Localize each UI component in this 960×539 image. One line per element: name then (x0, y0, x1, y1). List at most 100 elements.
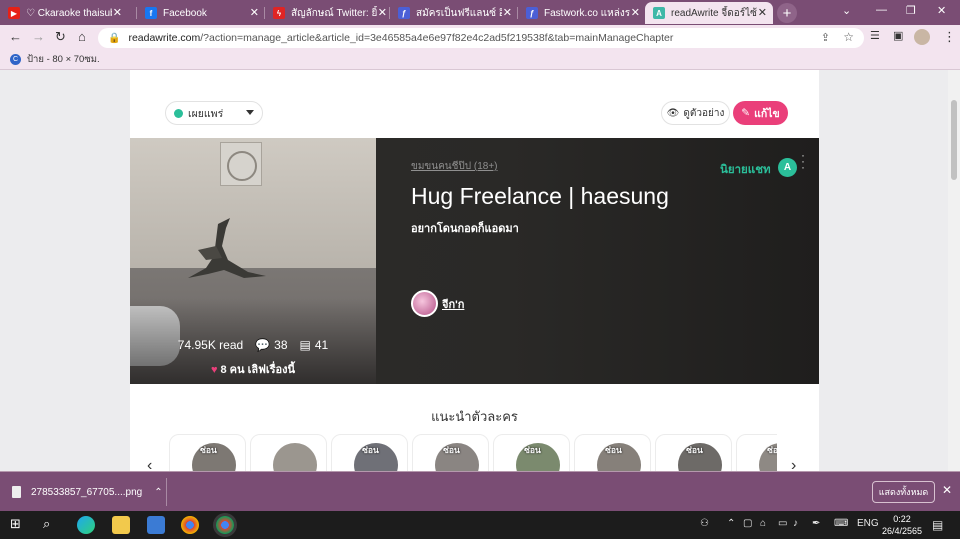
bookmark-star-icon[interactable]: ☆ (843, 30, 854, 44)
browser-tab[interactable]: ƒ สมัครเป็นฟรีแลนซ์ อิสระ✕ (390, 2, 518, 24)
carousel-next-icon[interactable]: › (791, 457, 796, 471)
category-link[interactable]: ขมขนคนชีป๊ป (18+) (411, 159, 498, 174)
author-avatar[interactable] (411, 290, 438, 317)
edge-icon[interactable] (77, 516, 95, 534)
article-type-badge: A (778, 158, 797, 177)
volume-icon[interactable]: ♪ (793, 518, 798, 529)
home-icon[interactable]: ⌂ (78, 29, 86, 44)
back-icon[interactable]: ← (9, 29, 22, 44)
tab-close-icon[interactable]: ✕ (378, 6, 387, 19)
article-type-label: นิยายแชท (720, 164, 771, 176)
file-explorer-icon[interactable] (112, 516, 130, 534)
minimize-button[interactable]: — (876, 4, 887, 16)
browser-tab[interactable]: ϟ สัญลักษณ์ Twitter: ยิ้ม E✕ (265, 2, 393, 24)
notification-icon[interactable]: ▤ (932, 518, 943, 532)
character-card[interactable]: ซ่อน (331, 434, 408, 471)
show-all-button[interactable]: แสดงทั้งหมด (872, 481, 935, 503)
browser-tab[interactable]: ƒ Fastwork.co แหล่งรวมฟรี✕ (518, 2, 646, 24)
character-card[interactable] (250, 434, 327, 471)
edit-button[interactable]: ✎ แก้ไข (733, 101, 788, 125)
pen-icon[interactable]: ✒ (812, 518, 820, 529)
tab-close-icon[interactable]: ✕ (250, 6, 259, 19)
side-panel-icon[interactable]: ▣ (893, 29, 903, 42)
preview-button[interactable]: 👁 ดูตัวอย่าง (661, 101, 730, 125)
browser-tab[interactable]: AreadAwrite จี้ดอร์ไซ้ | C✕ (645, 2, 773, 24)
keyboard-icon[interactable]: ⌨ (834, 518, 848, 529)
tab-title: สัญลักษณ์ Twitter: ยิ้ม E (291, 7, 377, 19)
windows-start-icon[interactable]: ⊞ (10, 516, 28, 534)
new-tab-button[interactable]: + (777, 3, 797, 23)
close-window-button[interactable]: ✕ (937, 4, 946, 17)
page-scrollbar[interactable] (948, 70, 960, 471)
bookmarks-bar: C ป้าย - 80 × 70ซม. (0, 50, 960, 70)
close-icon[interactable]: ✕ (942, 483, 952, 497)
lock-icon: 🔒 (108, 32, 121, 44)
people-icon[interactable]: ⚇ (700, 518, 709, 529)
tab-close-icon[interactable]: ✕ (631, 6, 640, 19)
tab-search-icon[interactable]: ⌄ (842, 4, 851, 17)
tab-title: ♡ Ckaraoke thaisub (26, 7, 112, 19)
browser-tab[interactable]: f Facebook ✕ (137, 2, 265, 24)
character-card[interactable]: ซ่อน (736, 434, 777, 471)
language-indicator[interactable]: ENG (857, 518, 879, 529)
author-name[interactable]: จีก'ก (442, 295, 464, 313)
edit-label: แก้ไข (754, 107, 780, 120)
network-icon[interactable]: ⌂ (760, 518, 766, 529)
reload-icon[interactable]: ↻ (55, 29, 66, 45)
chrome-active-icon[interactable] (216, 516, 234, 534)
meet-now-icon[interactable]: ▢ (743, 518, 752, 529)
clock-date: 26/4/2565 (882, 526, 923, 536)
hidden-tag: ซ่อน (200, 445, 217, 455)
character-card[interactable]: ซ่อน (412, 434, 489, 471)
clock[interactable]: 0:22 26/4/2565 (882, 513, 922, 537)
bookmark-item[interactable]: ป้าย - 80 × 70ซม. (27, 52, 100, 67)
menu-icon[interactable]: ⋮ (943, 29, 956, 45)
carousel-prev-icon[interactable]: ‹ (147, 457, 152, 471)
article-banner: 74.95K read 💬 38 ▤ 41 ♥ 8 คน เลิฟเรื่องนี้ … (130, 138, 819, 384)
status-dropdown[interactable]: เผยแพร่ (165, 101, 263, 125)
search-icon[interactable]: ⌕ (43, 516, 61, 534)
hidden-tag: ซ่อน (443, 445, 460, 455)
more-options-icon[interactable]: · · · (800, 149, 806, 173)
reading-list-icon[interactable]: ☰ (870, 29, 880, 42)
monitor-lizard-image (188, 218, 266, 278)
characters-section-title: แนะนำตัวละคร (431, 409, 518, 424)
status-dot-icon (174, 108, 183, 118)
tab-title: Fastwork.co แหล่งรวมฟรี (544, 7, 630, 19)
chrome-icon[interactable] (181, 516, 199, 534)
article-title: Hug Freelance | haesung (411, 183, 669, 209)
url-path: /?action=manage_article&article_id=3e465… (200, 32, 674, 44)
calculator-icon[interactable] (147, 516, 165, 534)
profile-avatar[interactable] (914, 29, 930, 45)
tray-chevron-icon[interactable]: ⌃ (727, 518, 735, 529)
hidden-tag: ซ่อน (605, 445, 622, 455)
maximize-button[interactable]: ❐ (906, 4, 916, 17)
chapter-count: 41 (314, 338, 329, 352)
author[interactable]: จีก'ก (411, 290, 464, 317)
tab-close-icon[interactable]: ✕ (758, 6, 767, 19)
chapter-icon: ▤ (299, 338, 311, 352)
readawrite-icon: A (653, 7, 665, 19)
preview-label: ดูตัวอย่าง (683, 107, 725, 119)
address-bar[interactable]: 🔒 readawrite.com /?action=manage_article… (98, 28, 864, 48)
share-icon[interactable]: ⇪ (821, 31, 830, 44)
chevron-up-icon[interactable]: ⌃ (154, 487, 162, 498)
characters-carousel: ซ่อน ซ่อน ซ่อน ซ่อน ซ่อน ซ่อน ซ่อน (169, 434, 777, 471)
page-viewport: เผยแพร่ 👁 ดูตัวอย่าง ✎ แก้ไข 74.95K read… (0, 70, 960, 471)
bolt-icon: ϟ (273, 7, 285, 19)
character-card[interactable]: ซ่อน (169, 434, 246, 471)
heart-icon: ♥ (210, 364, 218, 376)
tab-close-icon[interactable]: ✕ (503, 6, 512, 19)
download-item[interactable]: 278533857_67705....png ⌃ (12, 478, 164, 506)
character-card[interactable]: ซ่อน (493, 434, 570, 471)
browser-tab[interactable]: ▶ ♡ Ckaraoke thaisub ✕ (0, 2, 128, 24)
battery-icon[interactable]: ▭ (778, 518, 787, 529)
comment-icon: 💬 (255, 338, 271, 352)
windows-taskbar: ⊞ ⌕ ⚇ ⌃ ▢ ⌂ ▭ ♪ ✒ ⌨ ENG 0:22 26/4/2565 ▤ (0, 511, 960, 539)
character-photo (273, 443, 317, 471)
fastwork-icon: ƒ (526, 7, 538, 19)
tab-close-icon[interactable]: ✕ (113, 6, 122, 19)
character-card[interactable]: ซ่อน (574, 434, 651, 471)
character-card[interactable]: ซ่อน (655, 434, 732, 471)
forward-icon[interactable]: → (32, 29, 45, 44)
